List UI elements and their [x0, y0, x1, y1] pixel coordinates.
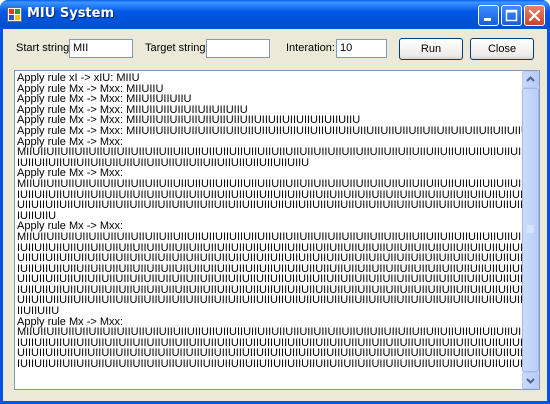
log-line: MIIUIIUIIUIIUIIUIIUIIUIIUIIUIIUIIUIIUIIU…	[17, 177, 523, 190]
target-string-label: Target string:	[145, 42, 209, 54]
log-line: UIIUIIUIIUIIUIIUIIUIIUIIUIIUIIUIIUIIUIIU…	[17, 294, 523, 307]
minimize-icon	[484, 18, 491, 21]
window-title: MIU System	[27, 6, 115, 21]
minimize-button[interactable]	[478, 5, 499, 26]
output-log: Apply rule xI -> xIU: MIIU Apply rule Mx …	[17, 73, 523, 387]
start-string-input[interactable]: MII	[69, 39, 133, 58]
log-line: Apply rule xI -> xIU: MIIU	[17, 73, 140, 84]
maximize-icon	[505, 9, 518, 22]
vertical-scrollbar[interactable]	[522, 71, 539, 389]
output-textbox[interactable]: Apply rule xI -> xIU: MIIU Apply rule Mx …	[14, 70, 540, 390]
grip-icon	[527, 225, 534, 233]
scroll-down-icon	[526, 378, 535, 384]
app-icon	[7, 7, 22, 22]
maximize-button[interactable]	[501, 5, 522, 26]
log-line: MIIUIIUIIUIIUIIUIIUIIUIIUIIUIIUIIUIIUIIU…	[17, 230, 523, 243]
scroll-down-button[interactable]	[522, 372, 539, 389]
scroll-up-icon	[526, 76, 535, 82]
close-button[interactable]: Close	[470, 38, 534, 60]
scrollbar-thumb[interactable]	[522, 88, 539, 372]
close-window-button[interactable]	[524, 5, 545, 26]
log-line: UIIUIIUIIUIIUIIUIIUIIUIIUIIUIIUIIUIIUIIU…	[17, 199, 523, 212]
iteration-input[interactable]: 10	[336, 39, 387, 58]
scroll-up-button[interactable]	[522, 71, 539, 88]
close-icon	[528, 9, 541, 22]
log-line: Apply rule Mx -> Mxx: MIIUIIUIIUIIUIIUII…	[17, 124, 523, 137]
app-window: MIU System Start string: MII Target stri…	[0, 0, 550, 404]
target-string-input[interactable]	[206, 39, 270, 58]
log-line: IUIIUIIUIIUIIUIIUIIUIIUIIUIIUIIUIIUIIUII…	[17, 358, 523, 371]
iteration-label: Interation:	[286, 42, 335, 54]
start-string-label: Start string:	[16, 42, 73, 54]
run-button[interactable]: Run	[399, 38, 463, 60]
title-bar[interactable]: MIU System	[0, 0, 550, 29]
